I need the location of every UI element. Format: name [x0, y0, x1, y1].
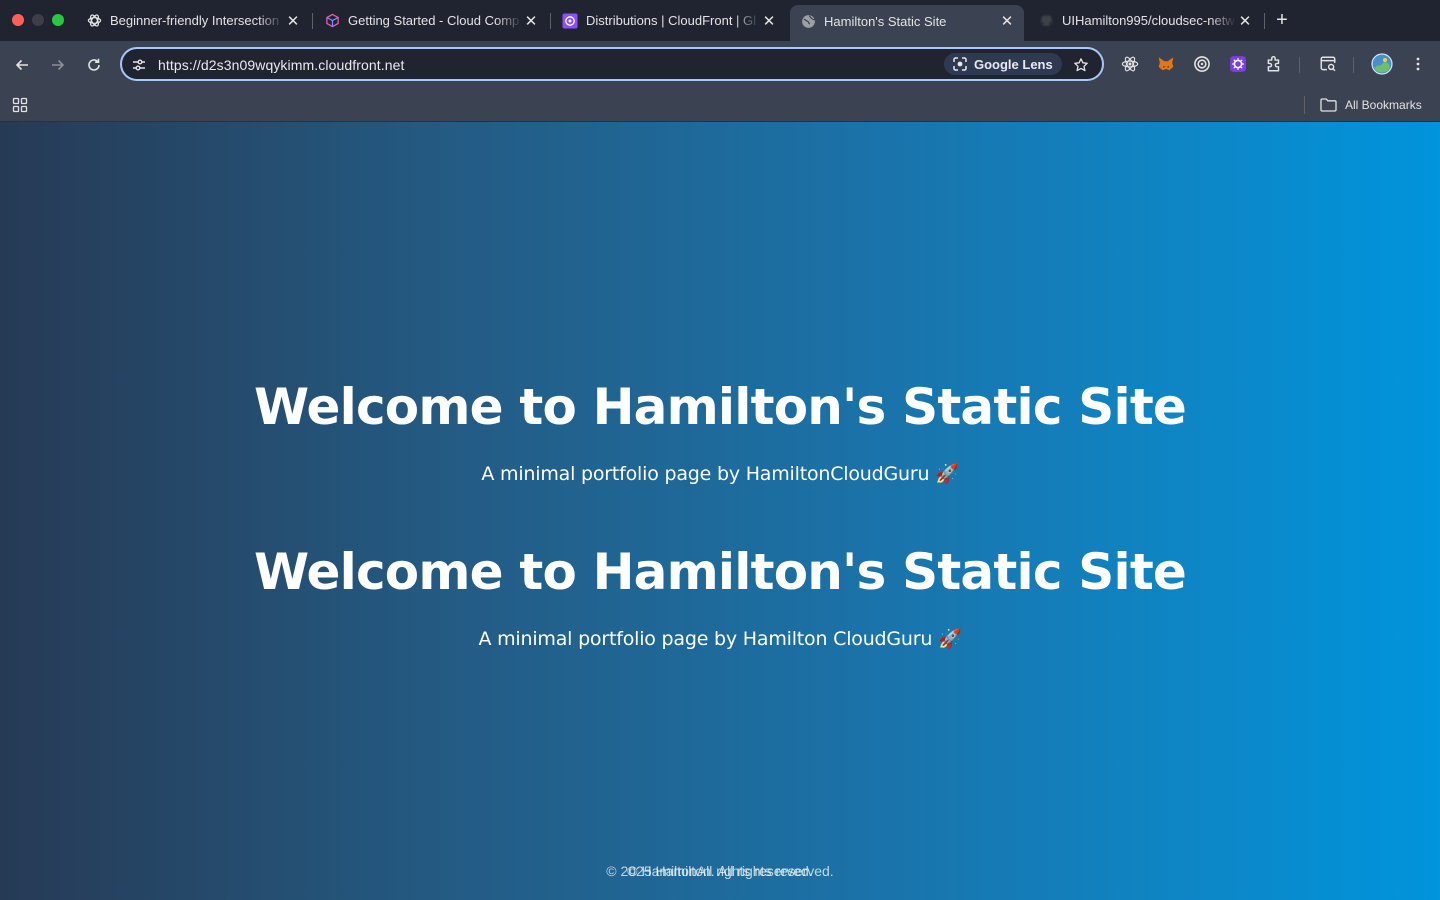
react-devtools-extension-button[interactable] — [1118, 52, 1142, 76]
globe-icon — [800, 13, 816, 29]
window-close-button[interactable] — [12, 14, 24, 26]
react-icon — [1121, 56, 1139, 72]
purple-extension-button[interactable] — [1226, 52, 1250, 76]
kebab-menu-icon — [1416, 57, 1420, 71]
toolbar-separator — [1353, 57, 1354, 73]
browser-toolbar: https://d2s3n09wqykimm.cloudfront.net Go… — [0, 41, 1440, 88]
page-tagline: A minimal portfolio page by HamiltonClou… — [481, 463, 959, 485]
lens-label: Google Lens — [974, 56, 1053, 72]
apps-grid-icon — [12, 97, 28, 113]
new-tab-button[interactable]: + — [1270, 8, 1294, 32]
tab-search-icon — [1320, 56, 1336, 72]
tab-close-icon[interactable]: ✕ — [284, 12, 302, 30]
bookmark-star-button[interactable] — [1070, 54, 1092, 76]
lens-icon — [952, 56, 968, 72]
tab-separator — [312, 13, 313, 29]
hero-section: Welcome to Hamilton's Static Site A mini… — [0, 543, 1440, 650]
tab-github-cloudsec[interactable]: UIHamilton995/cloudsec-netw ✕ — [1028, 6, 1262, 35]
tab-beginner-friendly[interactable]: Beginner-friendly Intersection ✕ — [76, 6, 310, 35]
url-text[interactable]: https://d2s3n09wqykimm.cloudfront.net — [158, 57, 405, 73]
fox-icon — [1158, 57, 1174, 71]
tab-search-button[interactable] — [1316, 52, 1340, 76]
gear-badge-icon — [1230, 56, 1246, 72]
avatar — [1371, 53, 1393, 75]
footer-copyright-overlap: © HamiltonAll rights reserved. — [627, 863, 813, 879]
tab-distributions-cloudfront[interactable]: Distributions | CloudFront | Gl ✕ — [552, 6, 786, 35]
site-info-icon[interactable] — [130, 56, 148, 74]
page-heading: Welcome to Hamilton's Static Site — [253, 378, 1187, 436]
metamask-extension-button[interactable] — [1154, 52, 1178, 76]
tab-separator — [550, 13, 551, 29]
tab-title: UIHamilton995/cloudsec-netw — [1062, 13, 1235, 28]
tab-close-icon[interactable]: ✕ — [522, 12, 540, 30]
window-minimize-button[interactable] — [32, 14, 44, 26]
tab-hamiltons-static-site[interactable]: Hamilton's Static Site ✕ — [790, 5, 1024, 41]
puzzle-icon — [1267, 56, 1280, 72]
page-viewport: Welcome to Hamilton's Static Site A mini… — [0, 122, 1440, 900]
all-bookmarks-label: All Bookmarks — [1345, 98, 1422, 112]
tab-title: Distributions | CloudFront | Gl — [586, 13, 757, 28]
tab-title: Hamilton's Static Site — [824, 13, 947, 29]
chatgpt-icon — [86, 13, 102, 29]
profile-button[interactable] — [1370, 52, 1394, 76]
tab-close-icon[interactable]: ✕ — [1236, 12, 1254, 30]
tab-title: Getting Started - Cloud Comp — [348, 13, 520, 28]
bookmarks-separator — [1304, 96, 1305, 114]
page-tagline: A minimal portfolio page by Hamilton Clo… — [478, 628, 962, 650]
hero-section: Welcome to Hamilton's Static Site A mini… — [0, 378, 1440, 485]
target-extension-button[interactable] — [1190, 52, 1214, 76]
browser-menu-button[interactable] — [1406, 52, 1430, 76]
tab-strip: Beginner-friendly Intersection ✕ Getting… — [0, 0, 1440, 41]
reload-button[interactable] — [81, 52, 107, 78]
tab-getting-started[interactable]: Getting Started - Cloud Comp ✕ — [314, 6, 548, 35]
github-icon — [1038, 13, 1054, 29]
tab-title: Beginner-friendly Intersection — [110, 13, 280, 28]
bookmarks-bar: All Bookmarks — [0, 88, 1440, 122]
folder-icon — [1320, 97, 1338, 113]
tab-close-icon[interactable]: ✕ — [760, 12, 778, 30]
apps-grid-button[interactable] — [11, 96, 29, 114]
arrow-right-icon — [52, 59, 65, 71]
cube-icon — [324, 13, 340, 29]
address-bar[interactable]: https://d2s3n09wqykimm.cloudfront.net Go… — [120, 47, 1104, 81]
star-icon — [1074, 58, 1088, 72]
forward-button[interactable] — [45, 52, 71, 78]
reload-icon — [88, 58, 100, 71]
arrow-left-icon — [15, 59, 28, 71]
toolbar-separator — [1299, 57, 1300, 73]
back-button[interactable] — [9, 52, 35, 78]
target-icon — [1194, 56, 1210, 72]
google-lens-button[interactable]: Google Lens — [944, 53, 1062, 75]
tab-close-icon[interactable]: ✕ — [998, 12, 1016, 30]
all-bookmarks-button[interactable]: All Bookmarks — [1320, 95, 1422, 115]
cloudfront-icon — [562, 13, 578, 29]
window-maximize-button[interactable] — [52, 14, 64, 26]
page-heading: Welcome to Hamilton's Static Site — [253, 543, 1187, 601]
extensions-button[interactable] — [1262, 52, 1286, 76]
tab-separator — [1264, 13, 1265, 29]
